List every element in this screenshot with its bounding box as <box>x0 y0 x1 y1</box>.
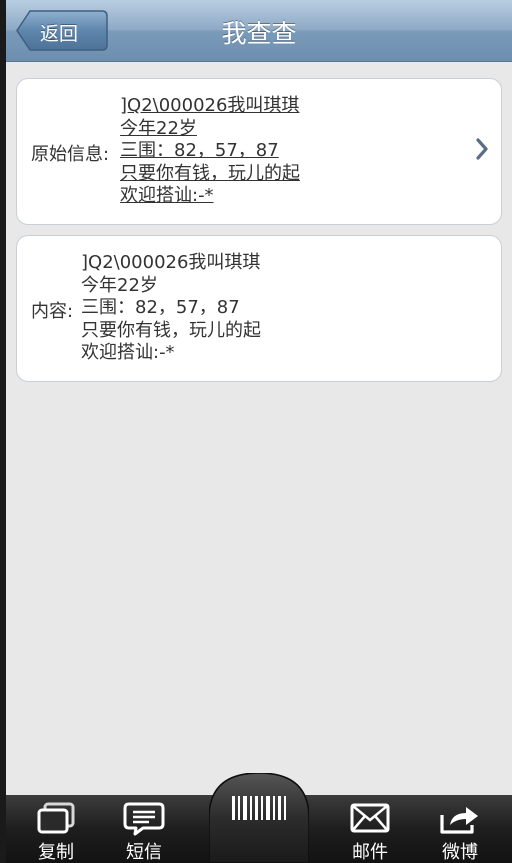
scan-barcode-button[interactable] <box>208 772 310 863</box>
header-bar: 返回 我查查 <box>6 0 512 62</box>
copy-button[interactable]: 复制 <box>16 795 96 863</box>
sms-label: 短信 <box>126 842 162 863</box>
page-title: 我查查 <box>221 19 297 48</box>
weibo-label: 微博 <box>442 842 478 863</box>
mail-button[interactable]: 邮件 <box>330 795 410 863</box>
original-line: 三围：82，57，87 <box>120 140 279 161</box>
left-edge-strip <box>0 0 6 863</box>
content-line: 欢迎搭讪:-* <box>81 342 175 363</box>
content-line: 今年22岁 <box>81 274 158 296</box>
mail-icon <box>350 803 390 833</box>
copy-icon <box>37 802 75 834</box>
original-info-text: ]Q2\000026我叫琪琪 今年22岁 三围：82，57，87 只要你有钱，玩… <box>120 95 300 208</box>
original-line: 欢迎搭讪:-* <box>120 185 214 206</box>
sms-icon <box>123 802 165 836</box>
original-line: ]Q2\000026我叫琪琪 <box>120 95 300 116</box>
content-card: 内容: ]Q2\000026我叫琪琪 今年22岁 三围：82，57，87 只要你… <box>16 235 502 382</box>
share-icon <box>440 807 478 834</box>
mail-label: 邮件 <box>352 842 388 863</box>
chevron-right-icon <box>476 138 488 160</box>
content-text: ]Q2\000026我叫琪琪 今年22岁 三围：82，57，87 只要你有钱，玩… <box>81 252 261 365</box>
sms-button[interactable]: 短信 <box>104 795 184 863</box>
content-line: 三围：82，57，87 <box>81 297 240 318</box>
weibo-button[interactable]: 微博 <box>420 795 500 863</box>
original-line: 只要你有钱，玩儿的起 <box>120 162 300 184</box>
content-line: ]Q2\000026我叫琪琪 <box>81 252 261 273</box>
copy-label: 复制 <box>38 842 74 863</box>
original-line: 今年22岁 <box>120 117 197 139</box>
original-info-card[interactable]: 原始信息: ]Q2\000026我叫琪琪 今年22岁 三围：82，57，87 只… <box>16 78 502 225</box>
content-line: 只要你有钱，玩儿的起 <box>81 319 261 341</box>
original-info-label: 原始信息: <box>31 144 110 165</box>
content-label: 内容: <box>31 301 74 322</box>
barcode-icon <box>232 796 286 820</box>
